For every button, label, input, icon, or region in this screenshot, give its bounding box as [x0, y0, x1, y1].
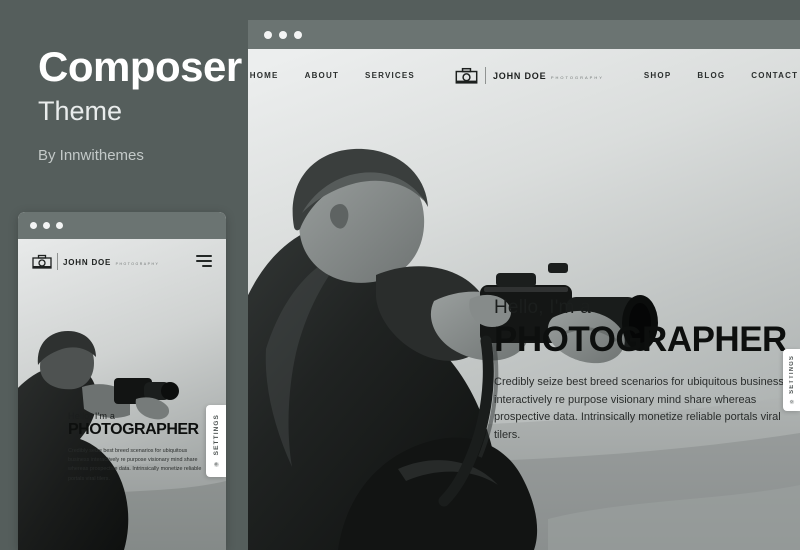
nav-link-blog[interactable]: BLOG — [697, 71, 725, 80]
hamburger-line-2 — [196, 260, 212, 262]
window-dot-close[interactable] — [264, 30, 272, 39]
desktop-window-titlebar — [248, 20, 800, 49]
camera-icon — [32, 254, 52, 269]
mobile-window-titlebar — [18, 212, 226, 239]
theme-subtitle: Theme — [38, 96, 123, 127]
nav-link-home[interactable]: HOME — [250, 71, 279, 80]
hero-title: PHOTOGRAPHER — [494, 320, 787, 359]
window-dot-minimize[interactable] — [279, 30, 287, 39]
hero-greeting: Hello, I'm a — [68, 411, 116, 421]
hero-photo-mobile — [18, 239, 226, 550]
mobile-hero-text: Hello, I'm a PHOTOGRAPHER Credibly seize… — [68, 411, 216, 484]
logo-name: JOHN DOE — [63, 257, 112, 267]
mobile-site-header: JOHN DOE PHOTOGRAPHY — [18, 239, 226, 283]
desktop-preview-window: HOME ABOUT SERVICES JOHN DOE PHOTOGRAPHY… — [248, 20, 800, 550]
hamburger-line-1 — [196, 255, 212, 257]
hero-body: Credibly seize best breed scenarios for … — [494, 375, 784, 442]
hero-greeting: Hello, I'm a — [494, 297, 591, 318]
logo-tagline: PHOTOGRAPHY — [115, 261, 160, 266]
window-dot-close[interactable] — [30, 222, 37, 229]
gear-icon — [214, 461, 219, 467]
window-dot-minimize[interactable] — [43, 222, 50, 229]
hero-title: PHOTOGRAPHER — [68, 421, 199, 438]
hamburger-icon[interactable] — [196, 255, 212, 267]
camera-icon — [455, 67, 478, 84]
settings-tab[interactable]: SETTINGS — [783, 349, 800, 411]
page-title: Composer — [38, 43, 242, 90]
nav-link-services[interactable]: SERVICES — [365, 71, 415, 80]
logo-divider — [57, 252, 58, 270]
logo-tagline: PHOTOGRAPHY — [550, 74, 604, 80]
logo-text: JOHN DOE PHOTOGRAPHY — [63, 253, 159, 270]
hero-body: Credibly seize best breed scenarios for … — [68, 447, 202, 482]
hamburger-line-3 — [202, 265, 212, 267]
mobile-preview-window: JOHN DOE PHOTOGRAPHY Hello, I'm a PHOTOG… — [18, 212, 226, 550]
window-dot-maximize[interactable] — [56, 222, 63, 229]
gear-icon — [789, 399, 795, 405]
hero-text: Hello, I'm a PHOTOGRAPHER Credibly seize… — [494, 297, 800, 445]
site-logo[interactable]: JOHN DOE PHOTOGRAPHY — [32, 252, 159, 270]
logo-divider — [484, 66, 486, 84]
settings-tab-label: SETTINGS — [212, 414, 220, 456]
nav-link-contact[interactable]: CONTACT — [751, 71, 798, 80]
mobile-preview-viewport: JOHN DOE PHOTOGRAPHY Hello, I'm a PHOTOG… — [18, 239, 226, 550]
site-logo[interactable]: JOHN DOE PHOTOGRAPHY — [455, 66, 604, 84]
window-dot-maximize[interactable] — [294, 30, 302, 39]
logo-name: JOHN DOE — [492, 70, 547, 81]
site-navigation: HOME ABOUT SERVICES JOHN DOE PHOTOGRAPHY… — [248, 49, 800, 101]
settings-tab-label: SETTINGS — [788, 355, 795, 394]
logo-text: JOHN DOE PHOTOGRAPHY — [493, 67, 604, 84]
nav-link-about[interactable]: ABOUT — [305, 71, 339, 80]
theme-intro: Composer Theme By Innwithemes — [38, 43, 242, 165]
nav-link-shop[interactable]: SHOP — [644, 71, 671, 80]
theme-author: By Innwithemes — [38, 147, 144, 165]
desktop-preview-viewport: HOME ABOUT SERVICES JOHN DOE PHOTOGRAPHY… — [248, 49, 800, 550]
settings-tab[interactable]: SETTINGS — [206, 405, 226, 477]
